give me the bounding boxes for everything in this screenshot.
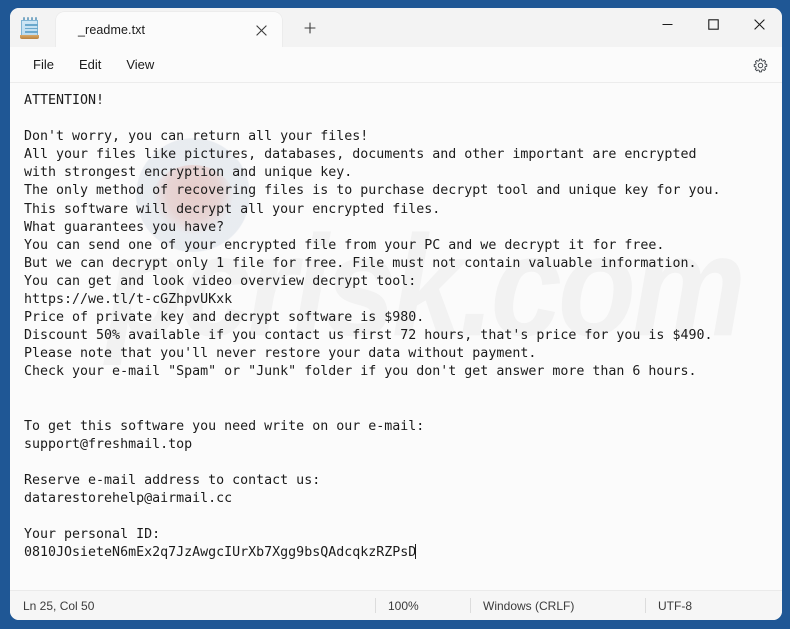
status-cursor-position[interactable]: Ln 25, Col 50 — [10, 591, 94, 620]
notepad-icon — [20, 17, 42, 40]
tab-label: _readme.txt — [78, 22, 146, 37]
menu-bar: File Edit View — [10, 47, 782, 83]
notepad-window: _readme.txt File Edit View pcrisk.com AT… — [10, 8, 782, 620]
close-tab-icon[interactable] — [251, 20, 271, 40]
maximize-button[interactable] — [690, 8, 736, 41]
tab-strip: _readme.txt — [56, 12, 282, 47]
minimize-button[interactable] — [644, 8, 690, 41]
window-caption-buttons — [644, 8, 782, 41]
status-encoding[interactable]: UTF-8 — [645, 591, 692, 620]
title-bar[interactable]: _readme.txt — [10, 8, 782, 47]
menu-item-view[interactable]: View — [116, 52, 164, 78]
close-window-button[interactable] — [736, 8, 782, 41]
menu-item-file[interactable]: File — [23, 52, 64, 78]
menu-item-edit[interactable]: Edit — [69, 52, 111, 78]
text-editor-content[interactable]: ATTENTION! Don't worry, you can return a… — [10, 83, 782, 562]
text-caret — [415, 544, 417, 560]
status-line-ending[interactable]: Windows (CRLF) — [470, 591, 574, 620]
editor-area[interactable]: pcrisk.com ATTENTION! Don't worry, you c… — [10, 83, 782, 590]
status-zoom-level[interactable]: 100% — [375, 591, 419, 620]
gear-icon[interactable] — [747, 52, 773, 78]
document-text: ATTENTION! Don't worry, you can return a… — [24, 93, 721, 561]
desktop-backdrop: _readme.txt File Edit View pcrisk.com AT… — [0, 0, 790, 629]
new-tab-button[interactable] — [296, 14, 324, 42]
status-bar: Ln 25, Col 50 100% Windows (CRLF) UTF-8 — [10, 590, 782, 620]
tab-readme-txt[interactable]: _readme.txt — [56, 12, 282, 47]
